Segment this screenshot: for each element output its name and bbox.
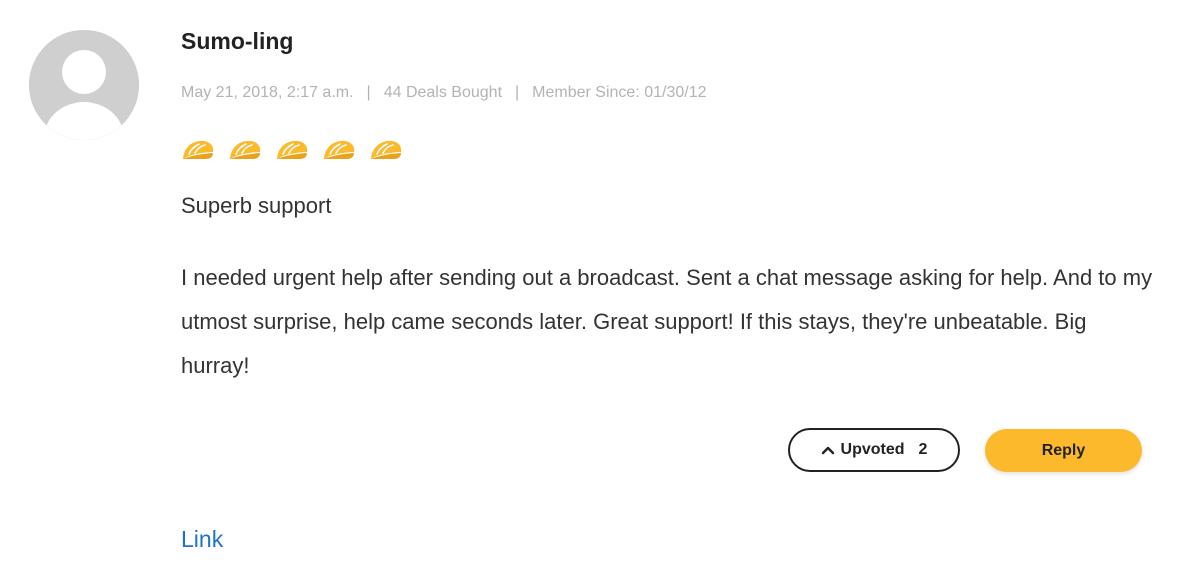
reviewer-name[interactable]: Sumo-ling [181, 28, 293, 55]
meta-separator: | [366, 84, 371, 101]
taco-icon [183, 140, 214, 159]
taco-icon [230, 140, 261, 159]
reply-button[interactable]: Reply [985, 429, 1142, 472]
deals-bought: 44 Deals Bought [383, 84, 503, 101]
upvote-count: 2 [918, 441, 928, 458]
review-meta: May 21, 2018, 2:17 a.m. | 44 Deals Bought |… [181, 84, 707, 102]
rating-tacos [180, 137, 404, 163]
review-title: Superb support [181, 193, 332, 218]
default-user-icon [29, 30, 139, 140]
taco-icon [324, 140, 355, 159]
chevron-up-icon [821, 445, 835, 455]
meta-separator: | [515, 84, 520, 101]
upvote-button[interactable]: Upvoted 2 [788, 428, 960, 472]
upvote-label: Upvoted [840, 441, 905, 458]
avatar [29, 30, 139, 140]
review-body: I needed urgent help after sending out a… [181, 265, 1153, 378]
taco-icon [371, 140, 402, 159]
link[interactable]: Link [181, 526, 223, 553]
member-since: Member Since: 01/30/12 [532, 84, 707, 101]
review-date: May 21, 2018, 2:17 a.m. [181, 84, 354, 101]
taco-icon [277, 140, 308, 159]
